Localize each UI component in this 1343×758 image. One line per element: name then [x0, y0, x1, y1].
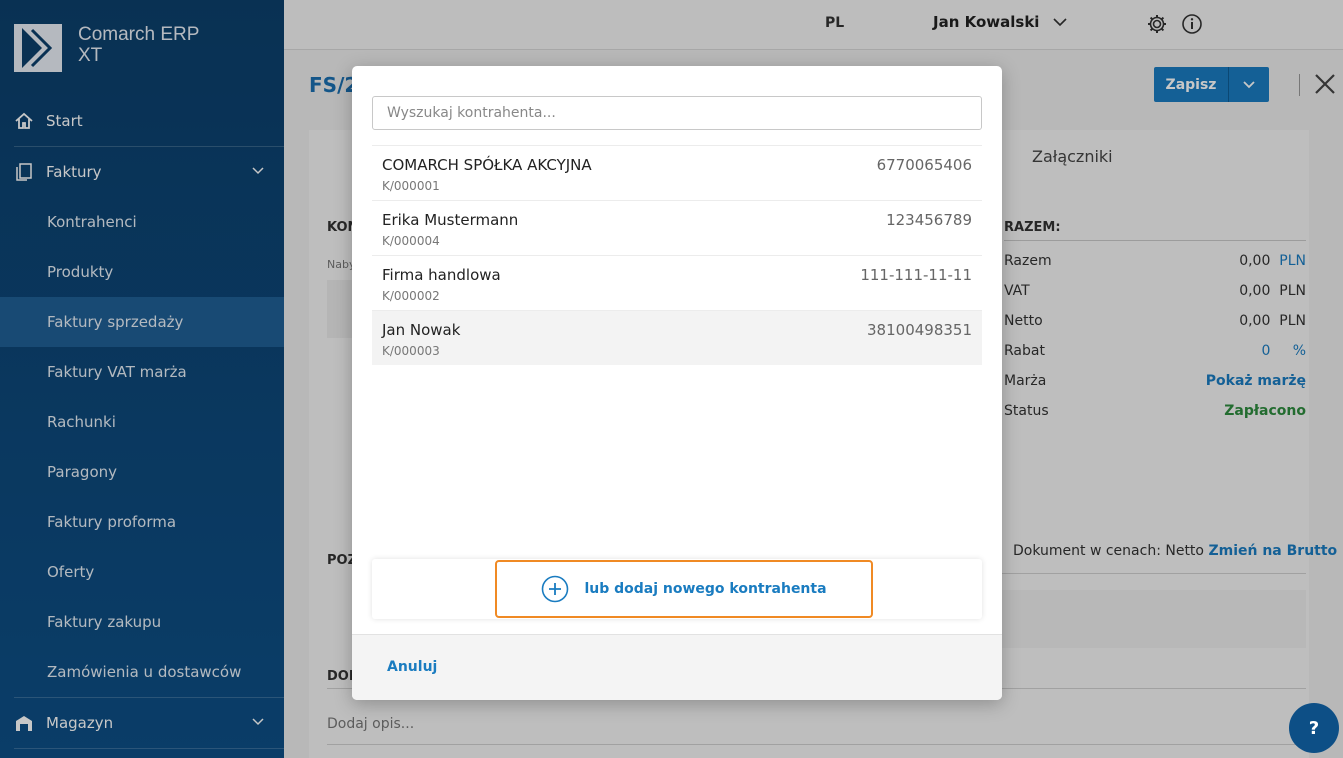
contractor-row[interactable]: COMARCH SPÓŁKA AKCYJNA K/000001 67700654…: [372, 145, 982, 200]
contractor-row[interactable]: Firma handlowa K/000002 111-111-11-11: [372, 255, 982, 310]
help-button[interactable]: ?: [1289, 703, 1339, 753]
dialog-footer: Anuluj: [352, 634, 1002, 700]
contractor-row[interactable]: Erika Mustermann K/000004 123456789: [372, 200, 982, 255]
add-contractor-area: lub dodaj nowego kontrahenta: [372, 559, 982, 619]
contractor-row[interactable]: Jan Nowak K/000003 38100498351: [372, 310, 982, 365]
add-new-contractor-button[interactable]: lub dodaj nowego kontrahenta: [495, 560, 873, 618]
contractor-list: COMARCH SPÓŁKA AKCYJNA K/000001 67700654…: [372, 145, 982, 365]
contractor-search-input[interactable]: [372, 96, 982, 130]
contractor-picker-dialog: COMARCH SPÓŁKA AKCYJNA K/000001 67700654…: [352, 66, 1002, 700]
plus-circle-icon: [542, 575, 569, 603]
cancel-button[interactable]: Anuluj: [387, 659, 437, 675]
